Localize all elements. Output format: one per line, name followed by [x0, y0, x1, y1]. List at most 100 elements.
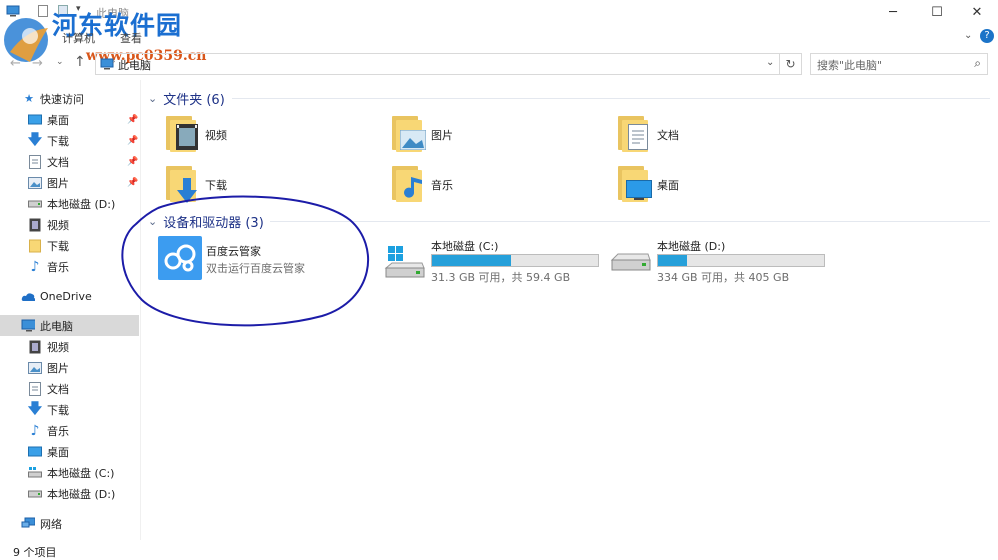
up-arrow-icon[interactable]: ↑ [74, 54, 86, 70]
video-folder-icon [164, 114, 202, 154]
help-icon[interactable]: ? [980, 29, 994, 43]
back-arrow-icon[interactable]: ← [10, 56, 21, 71]
video-icon [28, 340, 42, 354]
sidebar-item-pc-music[interactable]: ♪ 音乐 [0, 420, 139, 441]
sidebar-item-label: 下载 [47, 134, 69, 148]
address-dropdown-chevron-icon[interactable]: ⌄ [766, 57, 774, 68]
search-placeholder: 搜索"此电脑" [817, 59, 883, 72]
sidebar-item-label: 音乐 [47, 424, 69, 438]
ribbon: 计算机 查看 ⌄ ? [0, 26, 998, 48]
sidebar-item-downloads[interactable]: 🡇 下载 📌 [0, 130, 139, 151]
sidebar-item-label: 音乐 [47, 260, 69, 274]
chevron-down-icon[interactable]: ⌄ [148, 92, 157, 105]
sidebar-item-pc-downloads[interactable]: 🡇 下载 [0, 399, 139, 420]
cloud-icon [21, 290, 35, 304]
section-divider [232, 98, 990, 99]
sidebar-item-label: 图片 [47, 176, 69, 190]
folder-tile-documents[interactable]: 文档 [612, 112, 812, 156]
drive-usage-bar [657, 254, 825, 267]
close-button[interactable]: ✕ [954, 0, 998, 24]
folder-label: 文档 [657, 129, 679, 142]
download-arrow-icon: 🡇 [27, 400, 43, 417]
sidebar-item-pc-local-disk-c[interactable]: 本地磁盘 (C:) [0, 462, 139, 483]
sidebar-item-documents[interactable]: 文档 📌 [0, 151, 139, 172]
picture-folder-icon [390, 114, 428, 154]
picture-icon [28, 176, 42, 190]
desktop-folder-icon [616, 164, 654, 204]
sidebar-item-label: 本地磁盘 (D:) [47, 487, 116, 501]
sidebar-item-label: 快速访问 [40, 92, 84, 106]
sidebar-item-pc-local-disk-d[interactable]: 本地磁盘 (D:) [0, 483, 139, 504]
sidebar-item-desktop[interactable]: 桌面 📌 [0, 109, 139, 130]
download-arrow-icon: 🡇 [27, 131, 43, 148]
sidebar-item-label: 文档 [47, 155, 69, 169]
recent-locations-chevron-icon[interactable]: ⌄ [56, 57, 64, 67]
folder-icon [28, 239, 42, 253]
drive-free-space: 334 GB 可用，共 405 GB [657, 271, 790, 284]
sidebar-item-network[interactable]: 网络 [0, 513, 139, 534]
document-icon [28, 381, 42, 396]
folders-section-header[interactable]: ⌄ 文件夹 (6) [148, 89, 225, 108]
sidebar-item-quick-access[interactable]: ★ 快速访问 [0, 88, 139, 109]
sidebar-item-label: 网络 [40, 517, 62, 531]
breadcrumb-separator-icon[interactable]: › [112, 57, 116, 67]
windows-drive-icon [384, 246, 426, 280]
drive-usage-fill [432, 255, 511, 266]
music-note-icon: ♪ [30, 258, 40, 275]
sidebar-item-label: 桌面 [47, 113, 69, 127]
folder-tile-pictures[interactable]: 图片 [386, 112, 586, 156]
forward-arrow-icon[interactable]: → [32, 56, 43, 71]
sidebar-item-label: 桌面 [47, 445, 69, 459]
folder-label: 视频 [205, 129, 227, 142]
tile-title: 本地磁盘 (C:) [431, 240, 499, 253]
folder-tile-desktop[interactable]: 桌面 [612, 162, 812, 206]
video-icon [28, 218, 42, 232]
music-note-icon: ♪ [30, 422, 40, 439]
picture-icon [28, 361, 42, 375]
folder-label: 桌面 [657, 179, 679, 192]
pin-icon[interactable]: 📌 [127, 178, 138, 188]
sidebar-item-label: OneDrive [40, 290, 92, 303]
document-folder-icon [616, 114, 654, 154]
sidebar-item-pc-documents[interactable]: 文档 [0, 378, 139, 399]
tab-computer[interactable]: 计算机 [62, 30, 95, 46]
drive-usage-fill [658, 255, 688, 266]
folder-tile-videos[interactable]: 视频 [160, 112, 360, 156]
tab-view[interactable]: 查看 [120, 30, 142, 46]
search-icon[interactable]: ⌕ [974, 56, 981, 71]
sidebar-item-label: 本地磁盘 (C:) [47, 466, 115, 480]
drive-icon [610, 252, 652, 278]
folder-label: 音乐 [431, 179, 453, 192]
drive-tile-c[interactable]: 本地磁盘 (C:) 31.3 GB 可用，共 59.4 GB [382, 236, 602, 284]
minimize-button[interactable]: ─ [870, 0, 916, 24]
breadcrumb-this-pc[interactable]: 此电脑 [118, 57, 151, 73]
sidebar-item-pc-pictures[interactable]: 图片 [0, 357, 139, 378]
address-bar[interactable]: › 此电脑 ⌄ [95, 53, 780, 75]
desktop-icon [28, 113, 42, 127]
sidebar-item-label: 图片 [47, 361, 69, 375]
star-icon: ★ [24, 92, 34, 105]
pin-icon[interactable]: 📌 [127, 136, 138, 146]
document-icon [28, 154, 42, 169]
pin-icon[interactable]: 📌 [127, 157, 138, 167]
folder-tile-music[interactable]: 音乐 [386, 162, 586, 206]
sidebar-item-pc-videos[interactable]: 视频 [0, 336, 139, 357]
drive-tile-d[interactable]: 本地磁盘 (D:) 334 GB 可用，共 405 GB [608, 236, 828, 284]
drive-free-space: 31.3 GB 可用，共 59.4 GB [431, 271, 571, 284]
search-input[interactable]: 搜索"此电脑" ⌕ [810, 53, 988, 75]
sidebar-item-label: 下载 [47, 403, 69, 417]
music-folder-icon [390, 164, 428, 204]
sidebar-item-label: 下载 [47, 239, 69, 253]
section-title: 文件夹 (6) [163, 92, 225, 108]
network-icon [21, 517, 35, 531]
sidebar-item-pc-desktop[interactable]: 桌面 [0, 441, 139, 462]
status-item-count: 9 个项目 [13, 546, 57, 559]
refresh-button[interactable]: ↻ [780, 53, 802, 75]
annotation-ellipse [121, 195, 370, 327]
sidebar-item-label: 视频 [47, 340, 69, 354]
drive-icon [28, 487, 42, 501]
expand-ribbon-chevron-icon[interactable]: ⌄ [964, 30, 972, 41]
sidebar-item-label: 本地磁盘 (D:) [47, 197, 116, 211]
pin-icon[interactable]: 📌 [127, 115, 138, 125]
sidebar-item-label: 文档 [47, 382, 69, 396]
